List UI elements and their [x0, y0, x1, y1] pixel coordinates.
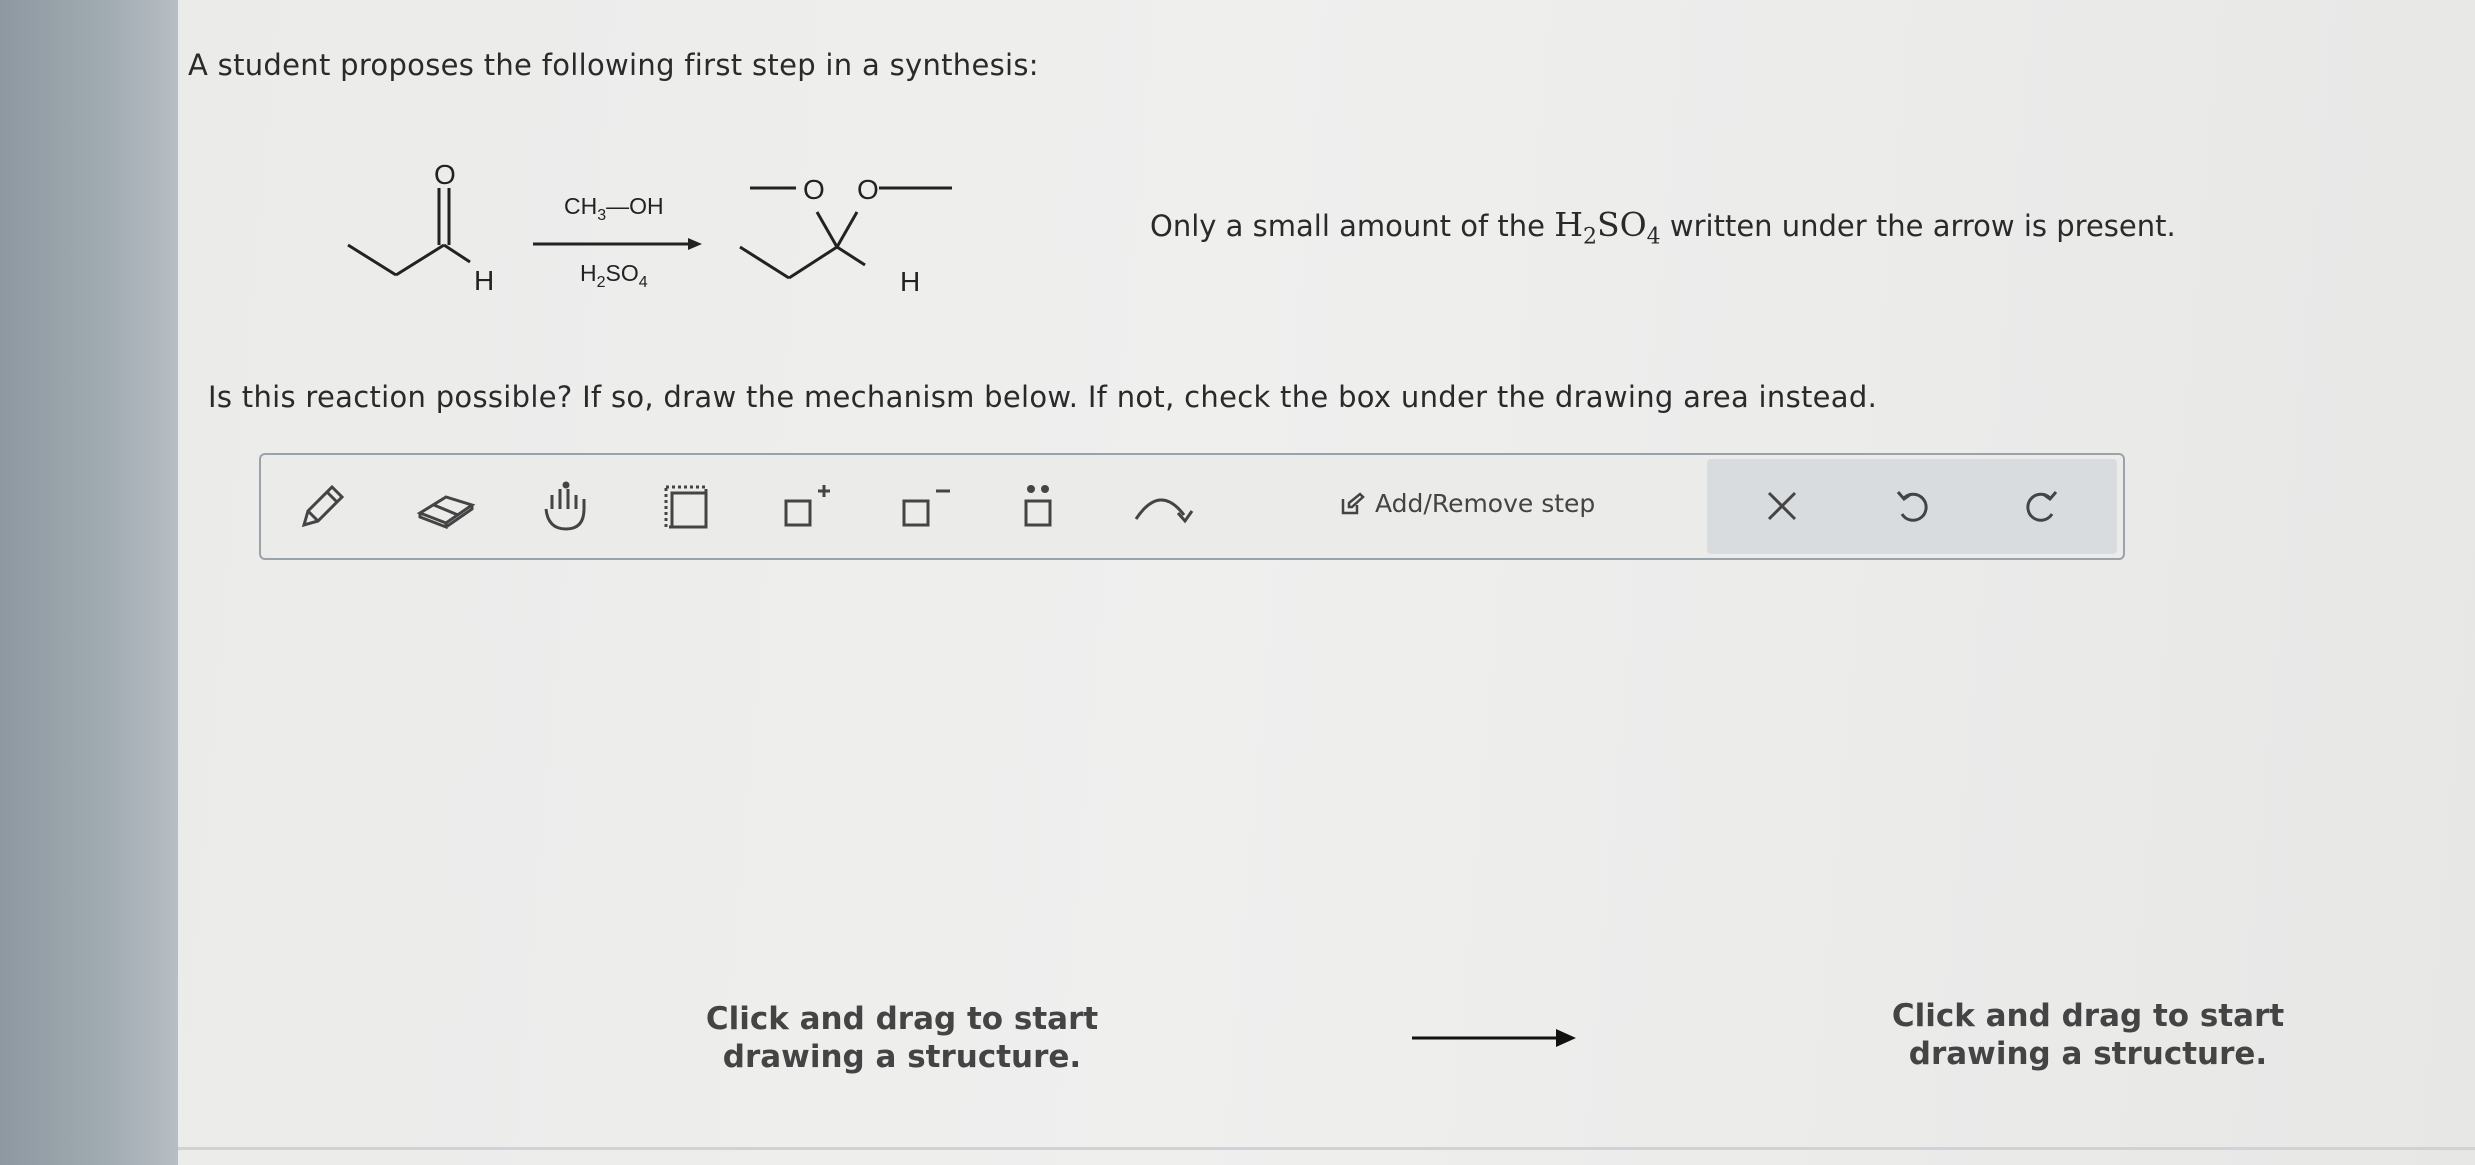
eraser-icon[interactable]: [411, 475, 481, 539]
drawing-canvas[interactable]: [259, 565, 2125, 1135]
step-arrow: [1412, 1029, 1576, 1047]
note-text-after: written under the arrow is present.: [1669, 209, 2176, 243]
product-oxygen-right: O: [857, 174, 879, 205]
reagent-above: CH3—OH: [564, 193, 664, 224]
question-intro: A student proposes the following first s…: [188, 48, 1039, 82]
lone-pair-icon[interactable]: [1003, 475, 1073, 539]
redo-icon[interactable]: [2007, 474, 2077, 538]
reagent-below: H2SO4: [580, 260, 648, 291]
propanal-structure: [347, 188, 471, 277]
undo-icon[interactable]: [1877, 474, 1947, 538]
right-canvas-hint: Click and drag to start drawing a struct…: [1891, 998, 2285, 1072]
hand-icon[interactable]: [531, 475, 601, 539]
positive-charge-icon[interactable]: [771, 475, 841, 539]
note-text-before: Only a small amount of the: [1150, 209, 1545, 243]
catalyst-note: Only a small amount of the H2SO4 written…: [1150, 205, 2176, 250]
bottom-divider: [178, 1147, 2475, 1150]
reaction-arrow: [533, 238, 702, 250]
edit-icon: [1341, 491, 1365, 514]
selection-icon[interactable]: [651, 475, 721, 539]
curved-arrow-icon[interactable]: [1123, 475, 1203, 539]
pencil-icon[interactable]: [287, 475, 357, 539]
question-instruction: Is this reaction possible? If so, draw t…: [208, 380, 1878, 414]
left-canvas-hint: Click and drag to start drawing a struct…: [705, 1001, 1099, 1075]
negative-charge-icon[interactable]: [889, 475, 959, 539]
close-icon[interactable]: [1747, 474, 1817, 538]
add-remove-step-button[interactable]: Add/Remove step: [1339, 489, 1595, 518]
monitor-bezel: [0, 0, 178, 1165]
note-formula: H2SO4: [1554, 205, 1661, 250]
drawing-toolbar: Add/Remove step: [259, 453, 2125, 560]
add-remove-step-label: Add/Remove step: [1375, 489, 1596, 518]
reactant-oxygen: O: [434, 159, 456, 190]
product-oxygen-left: O: [803, 174, 825, 205]
reactant-hydrogen: H: [474, 265, 494, 296]
product-hydrogen: H: [900, 266, 920, 297]
toolbar-actions: [1707, 459, 2117, 554]
acetal-structure: [739, 186, 952, 280]
reaction-scheme: O H CH3—OH H2SO4 O O H: [347, 159, 952, 297]
